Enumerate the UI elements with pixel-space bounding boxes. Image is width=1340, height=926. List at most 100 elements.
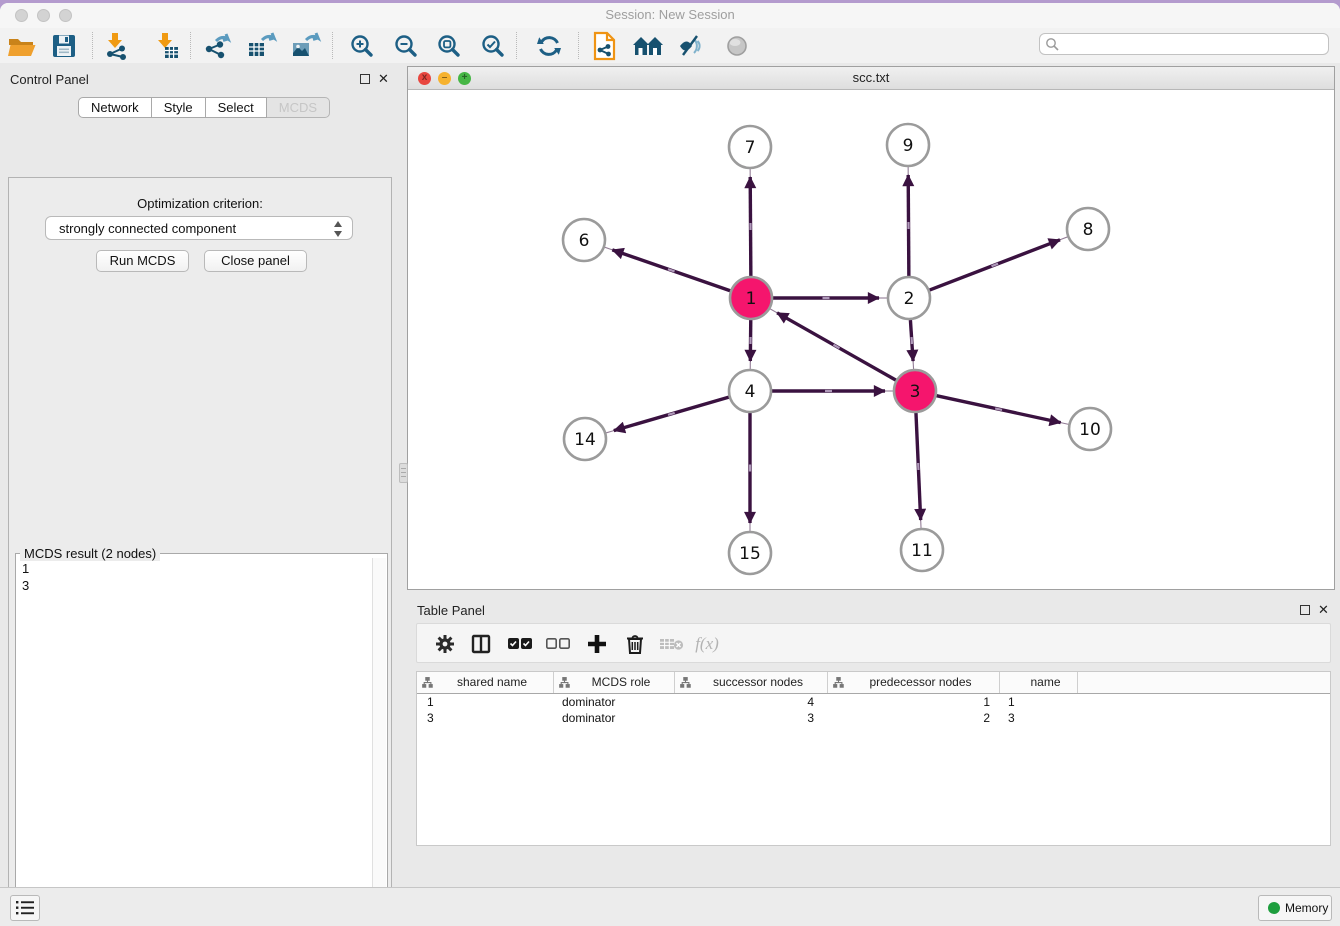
node-label-15: 15 [739, 544, 761, 564]
network-window-titlebar: x – + scc.txt [408, 67, 1334, 90]
table-cell[interactable]: 3 [1000, 710, 1078, 726]
node-label-14: 14 [574, 430, 596, 450]
mcds-result-title: MCDS result (2 nodes) [20, 546, 160, 561]
tab-network[interactable]: Network [78, 97, 152, 118]
function-builder-icon[interactable]: f(x) [689, 628, 725, 659]
hide-selected-icon[interactable] [674, 30, 710, 61]
memory-button[interactable]: Memory [1258, 895, 1332, 921]
table-panel-title: Table Panel [417, 603, 485, 618]
search-input[interactable] [1064, 35, 1326, 55]
show-column-icon[interactable] [463, 628, 499, 659]
application-window: Session: New Session [0, 3, 1340, 926]
result-scrollbar[interactable] [372, 558, 386, 926]
edge-label-mark [749, 337, 751, 344]
edge-label-mark [825, 390, 832, 392]
session-title: Session: New Session [0, 7, 1340, 22]
search-icon [1045, 37, 1060, 52]
zoom-selected-icon[interactable] [475, 30, 511, 61]
memory-status-icon [1268, 902, 1280, 914]
close-panel-icon[interactable]: ✕ [378, 74, 390, 86]
new-network-from-selection-icon[interactable] [587, 30, 623, 61]
tab-select[interactable]: Select [206, 97, 267, 118]
mcds-result-text[interactable]: 1 3 [22, 560, 29, 594]
control-panel-title: Control Panel [10, 72, 89, 87]
column-header-mcds-role[interactable]: MCDS role [554, 672, 675, 693]
node-label-3: 3 [910, 382, 921, 402]
node-label-7: 7 [745, 138, 756, 158]
table-cell[interactable]: 1 [828, 694, 1000, 710]
show-all-icon[interactable] [719, 30, 755, 61]
dropdown-spinner-icon [334, 221, 343, 237]
column-header-shared-name[interactable]: shared name [417, 672, 554, 693]
table-cell[interactable]: 4 [675, 694, 828, 710]
status-bar: Memory [0, 887, 1340, 926]
column-header-predecessor-nodes[interactable]: predecessor nodes [828, 672, 1000, 693]
refresh-icon[interactable] [531, 30, 567, 61]
first-neighbors-icon[interactable] [631, 30, 667, 61]
network-title: scc.txt [408, 70, 1334, 85]
memory-label: Memory [1285, 901, 1328, 915]
node-label-9: 9 [903, 136, 914, 156]
node-label-10: 10 [1079, 420, 1101, 440]
zoom-fit-icon[interactable] [431, 30, 467, 61]
table-header-row: shared nameMCDS rolesuccessor nodesprede… [417, 672, 1330, 694]
run-mcds-button[interactable]: Run MCDS [96, 250, 189, 272]
node-label-2: 2 [904, 289, 915, 309]
table-cell[interactable]: dominator [554, 710, 675, 726]
mcds-panel: Optimization criterion: strongly connect… [8, 177, 392, 926]
search-box [1039, 33, 1329, 55]
table-close-icon[interactable]: ✕ [1318, 605, 1330, 617]
main-toolbar [0, 28, 1340, 64]
select-all-icon[interactable] [502, 628, 538, 659]
delete-table-icon[interactable] [654, 628, 690, 659]
table-cell[interactable]: 1 [1000, 694, 1078, 710]
table-cell[interactable]: 2 [828, 710, 1000, 726]
edge-label-mark [749, 465, 751, 472]
table-cell[interactable]: dominator [554, 694, 675, 710]
edge-label-mark [907, 222, 909, 229]
network-view-window: x – + scc.txt 1234678910111415 [407, 66, 1335, 590]
node-label-8: 8 [1083, 220, 1094, 240]
network-graph-canvas[interactable]: 1234678910111415 [408, 89, 1334, 589]
close-panel-button[interactable]: Close panel [204, 250, 307, 272]
add-column-icon[interactable] [579, 628, 615, 659]
deselect-all-icon[interactable] [540, 628, 576, 659]
table-row[interactable]: 1dominator411 [417, 694, 1330, 710]
column-header-name[interactable]: name [1000, 672, 1078, 693]
import-network-icon[interactable] [98, 30, 134, 61]
column-header-successor-nodes[interactable]: successor nodes [675, 672, 828, 693]
task-history-button[interactable] [10, 895, 40, 921]
optimization-criterion-label: Optimization criterion: [9, 196, 391, 211]
export-image-icon[interactable] [288, 30, 324, 61]
export-network-icon[interactable] [200, 30, 236, 61]
export-table-icon[interactable] [244, 30, 280, 61]
save-session-icon[interactable] [46, 30, 82, 61]
control-panel-tabs: NetworkStyleSelectMCDS [78, 97, 330, 118]
table-row[interactable]: 3dominator323 [417, 710, 1330, 726]
open-file-icon[interactable] [4, 30, 40, 61]
table-settings-icon[interactable] [427, 628, 463, 659]
delete-column-icon[interactable] [617, 628, 653, 659]
table-cell[interactable]: 3 [417, 710, 554, 726]
table-cell[interactable]: 3 [675, 710, 828, 726]
edge-label-mark [823, 297, 830, 299]
import-table-icon[interactable] [148, 30, 184, 61]
mcds-result-group: MCDS result (2 nodes) 1 3 [15, 553, 388, 926]
edge-label-mark [749, 223, 751, 230]
zoom-in-icon[interactable] [344, 30, 380, 61]
node-table: shared nameMCDS rolesuccessor nodesprede… [416, 671, 1331, 846]
tab-mcds[interactable]: MCDS [267, 97, 330, 118]
node-label-6: 6 [579, 231, 590, 251]
node-label-1: 1 [746, 289, 757, 309]
node-label-4: 4 [745, 382, 756, 402]
tab-style[interactable]: Style [152, 97, 206, 118]
zoom-out-icon[interactable] [388, 30, 424, 61]
panel-divider-grip[interactable] [399, 463, 408, 483]
table-cell[interactable]: 1 [417, 694, 554, 710]
criterion-dropdown[interactable]: strongly connected component [45, 216, 353, 240]
workspace: Control Panel ✕ NetworkStyleSelectMCDS O… [0, 63, 1340, 888]
table-float-icon[interactable] [1300, 605, 1310, 615]
table-body: 1dominator4113dominator323 [417, 694, 1330, 726]
edge-label-mark [917, 463, 920, 470]
float-panel-icon[interactable] [360, 74, 370, 84]
